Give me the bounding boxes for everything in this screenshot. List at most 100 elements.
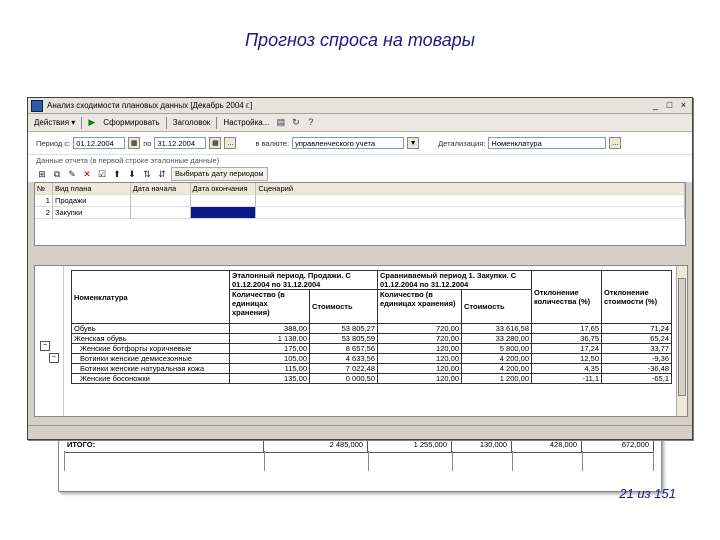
window-title: Анализ сходимости плановых данных [Декаб… — [47, 101, 253, 110]
actions-menu[interactable]: Действия ▾ — [32, 118, 77, 127]
cmp-period-header: Сравниваемый период 1. Закупки. С 01.12.… — [377, 270, 532, 290]
value-cell: 65,24 — [601, 333, 672, 344]
close-button[interactable]: × — [678, 100, 689, 111]
column-header[interactable]: Вид плана — [52, 183, 131, 195]
save-icon[interactable]: ▤ — [275, 117, 286, 128]
value-cell: 33 616,58 — [461, 323, 532, 334]
nomenclature-cell: Женские босоножки — [71, 373, 230, 384]
qty-deviation-header: Отклонение количества (%) — [531, 270, 602, 324]
value-cell: 4,35 — [531, 363, 602, 374]
value-cell: 4 200,00 — [461, 353, 532, 364]
value-cell: 53 805,59 — [309, 333, 378, 344]
period-to-label: по — [143, 138, 152, 148]
row-number: 1 — [35, 195, 53, 207]
maximize-button[interactable]: □ — [664, 100, 675, 111]
table-row[interactable]: Женские босоножки 135,00 0 000,50 120,00 1 2… — [71, 373, 672, 384]
table-row[interactable]: Ботинки женские натуральная кожа 115,00 7 … — [71, 363, 672, 374]
window-titlebar[interactable]: Анализ сходимости плановых данных [Декаб… — [28, 98, 692, 114]
move-up-icon[interactable]: ⬆ — [111, 168, 123, 180]
period-from-label: Период с: — [36, 138, 71, 148]
settings-button[interactable]: Настройка... — [221, 118, 271, 127]
total-label: ИТОГО: — [64, 438, 264, 452]
background-grid-lines — [64, 451, 654, 471]
nomenclature-cell: Ботинки женские демисезонные — [71, 353, 230, 364]
row-number: 2 — [35, 207, 53, 219]
value-cell: 8 657,56 — [309, 343, 378, 354]
report-spreadsheet[interactable]: − − Номенклатура Эталонный период. Прода… — [34, 265, 688, 417]
calendar-icon[interactable]: ▦ — [128, 137, 141, 149]
value-cell: 175,00 — [229, 343, 310, 354]
column-header[interactable]: № — [35, 183, 53, 195]
nomenclature-cell: Обувь — [71, 323, 230, 334]
value-cell: 720,00 — [377, 323, 462, 334]
table-row[interactable]: 2 Закупки — [35, 207, 685, 219]
column-header[interactable]: Дата начала — [130, 183, 191, 195]
scrollbar-thumb[interactable] — [678, 278, 686, 396]
period-to-input[interactable]: 31.12.2004 — [154, 137, 207, 149]
end-date-cell[interactable] — [190, 195, 257, 207]
chevron-down-icon[interactable]: ▼ — [407, 137, 420, 149]
report-window: Анализ сходимости плановых данных [Декаб… — [27, 97, 693, 440]
currency-select[interactable]: управленческого учета — [292, 137, 405, 149]
scenario-cell[interactable] — [256, 207, 685, 219]
table-row[interactable]: Женская обувь 1 138,00 53 805,59 720,00 33 2… — [71, 333, 672, 344]
column-header[interactable]: Дата окончания — [190, 183, 257, 195]
delete-row-icon[interactable]: ✕ — [81, 168, 93, 180]
plan-type-cell[interactable]: Продажи — [52, 195, 131, 207]
value-cell: 5 800,00 — [461, 343, 532, 354]
column-header[interactable]: Сценарий — [256, 183, 685, 195]
scenario-cell[interactable] — [256, 195, 685, 207]
detail-select-button[interactable]: … — [609, 137, 622, 149]
qty-header: Количество (в единицах хранения) — [377, 289, 462, 324]
nomenclature-cell: Ботинки женские натуральная кожа — [71, 363, 230, 374]
collapse-icon[interactable]: − — [49, 353, 59, 363]
end-date-cell-selected[interactable] — [190, 207, 257, 219]
total-value: 1 255,000 — [368, 438, 452, 452]
copy-row-icon[interactable]: ⧉ — [51, 168, 63, 180]
restore-icon[interactable]: ↻ — [290, 117, 301, 128]
sort-desc-icon[interactable]: ⇵ — [156, 168, 168, 180]
value-cell: 105,00 — [229, 353, 310, 364]
calendar-icon[interactable]: ▦ — [209, 137, 222, 149]
data-toolbar: ⊞ ⧉ ✎ ✕ ☑ ⬆ ⬇ ⇅ ⇵ Выбирать дату периодом — [28, 166, 692, 182]
select-period-button[interactable]: Выбирать дату периодом — [171, 167, 268, 181]
value-cell: 53 805,27 — [309, 323, 378, 334]
slide-page-number: 21 из 151 — [619, 486, 676, 501]
nomenclature-cell: Женские ботфорты коричневые — [71, 343, 230, 354]
value-cell: 4 633,56 — [309, 353, 378, 364]
plans-grid: № Вид плана Дата начала Дата окончания С… — [34, 182, 686, 246]
header-button[interactable]: Заголовок — [171, 118, 213, 127]
ref-period-header: Эталонный период. Продажи. С 01.12.2004 … — [229, 270, 378, 290]
currency-label: в валюте: — [255, 138, 290, 148]
edit-row-icon[interactable]: ✎ — [66, 168, 78, 180]
start-date-cell[interactable] — [130, 195, 191, 207]
value-cell: 33,77 — [601, 343, 672, 354]
end-edit-icon[interactable]: ☑ — [96, 168, 108, 180]
move-down-icon[interactable]: ⬇ — [126, 168, 138, 180]
value-cell: -36,48 — [601, 363, 672, 374]
table-row[interactable]: Обувь 388,00 53 805,27 720,00 33 616,58 17,65… — [71, 323, 672, 334]
detail-input[interactable]: Номенклатура — [488, 137, 607, 149]
collapse-icon[interactable]: − — [40, 341, 50, 351]
start-date-cell[interactable] — [130, 207, 191, 219]
table-row[interactable]: 1 Продажи — [35, 195, 685, 207]
value-cell: 120,00 — [377, 343, 462, 354]
grid-header-row: № Вид плана Дата начала Дата окончания С… — [35, 183, 685, 195]
total-value: 2 485,000 — [264, 438, 368, 452]
period-select-button[interactable]: … — [224, 137, 237, 149]
value-cell: 1 200,00 — [461, 373, 532, 384]
help-icon[interactable]: ? — [305, 117, 316, 128]
plan-type-cell[interactable]: Закупки — [52, 207, 131, 219]
toolbar-separator — [165, 116, 167, 129]
sort-asc-icon[interactable]: ⇅ — [141, 168, 153, 180]
table-row[interactable]: Ботинки женские демисезонные 105,00 4 633,… — [71, 353, 672, 364]
vertical-scrollbar[interactable] — [676, 266, 687, 416]
table-row[interactable]: Женские ботфорты коричневые 175,00 8 657,5… — [71, 343, 672, 354]
play-icon: ▶ — [88, 117, 96, 127]
value-cell: 115,00 — [229, 363, 310, 374]
grouping-gutter: − − — [35, 266, 64, 416]
generate-button[interactable]: Сформировать — [101, 118, 161, 127]
period-from-input[interactable]: 01.12.2004 — [73, 137, 126, 149]
add-row-icon[interactable]: ⊞ — [36, 168, 48, 180]
minimize-button[interactable]: _ — [650, 100, 661, 111]
